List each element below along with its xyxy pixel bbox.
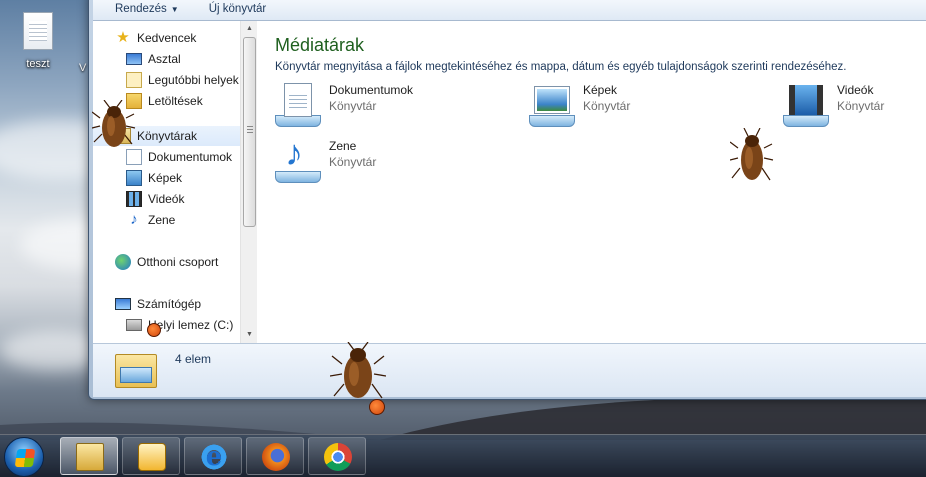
nav-music[interactable]: ♪ Zene: [126, 210, 175, 230]
nav-label: Otthoni csoport: [137, 255, 219, 269]
nav-scrollbar[interactable]: ▲ ▼: [240, 21, 257, 343]
library-name: Zene: [329, 139, 357, 153]
nav-label: Videók: [148, 192, 185, 206]
library-documents[interactable]: Dokumentumok Könyvtár: [275, 81, 413, 127]
desktop-file-label: teszt: [26, 58, 50, 70]
computer-icon: [115, 298, 131, 310]
taskbar-media-player[interactable]: [122, 437, 180, 475]
documents-library-icon: [275, 81, 321, 127]
cockroach-sprite: [330, 342, 386, 399]
scroll-up-icon[interactable]: ▲: [241, 21, 258, 37]
recent-places-icon: [126, 72, 142, 88]
nav-label: Legutóbbi helyek: [148, 73, 239, 87]
nav-label: Könyvtárak: [137, 129, 198, 143]
cockroach-sprite: [730, 128, 774, 181]
navigation-pane: ★ Kedvencek Asztal Legutóbbi helyek Letö…: [93, 21, 240, 343]
page-description: Könyvtár megnyitása a fájlok megtekintés…: [275, 61, 847, 73]
library-videos[interactable]: Videók Könyvtár: [783, 81, 884, 127]
nav-computer[interactable]: Számítógép: [115, 294, 201, 314]
text-document-icon: [23, 12, 53, 50]
nav-label: Letöltések: [148, 94, 203, 108]
page-title: Médiatárak: [275, 35, 365, 55]
taskbar-internet-explorer[interactable]: e: [184, 437, 242, 475]
cockroach-sprite: [92, 100, 136, 147]
nav-desktop[interactable]: Asztal: [126, 49, 181, 69]
taskbar-chrome[interactable]: [308, 437, 366, 475]
nav-local-disk[interactable]: Helyi lemez (C:): [126, 315, 233, 335]
internet-explorer-icon: e: [200, 443, 228, 471]
window-content: ★ Kedvencek Asztal Legutóbbi helyek Letö…: [93, 21, 926, 343]
homegroup-icon: [115, 254, 131, 270]
videos-library-icon: [783, 81, 829, 127]
scrollbar-thumb[interactable]: [243, 37, 256, 227]
taskbar-explorer[interactable]: [60, 437, 118, 475]
nav-favorites[interactable]: ★ Kedvencek: [115, 28, 196, 48]
library-music[interactable]: ♪ Zene Könyvtár: [275, 133, 377, 183]
desktop-partial-label: V: [79, 62, 87, 74]
taskbar: e: [0, 434, 926, 477]
details-pane: 4 elem: [93, 343, 926, 397]
nav-pictures[interactable]: Képek: [126, 168, 182, 188]
pictures-icon: [126, 170, 142, 186]
videos-icon: [126, 191, 142, 207]
drive-icon: [126, 319, 142, 331]
nav-label: Zene: [148, 213, 176, 227]
nav-label: Dokumentumok: [148, 150, 233, 164]
organize-button[interactable]: Rendezés ▼: [115, 3, 179, 15]
nav-recent-places[interactable]: Legutóbbi helyek: [126, 70, 239, 90]
nav-label: Számítógép: [137, 297, 202, 311]
library-name: Dokumentumok: [329, 83, 414, 97]
desktop-file-teszt[interactable]: teszt: [16, 12, 60, 70]
grip-icon: [247, 126, 253, 134]
media-player-icon: [138, 443, 166, 471]
explorer-window: Rendezés ▼ Új könyvtár ★ Kedvencek Asztal…: [88, 0, 926, 400]
library-kind: Könyvtár: [837, 99, 885, 113]
nav-videos[interactable]: Videók: [126, 189, 184, 209]
library-kind: Könyvtár: [329, 155, 377, 169]
explorer-icon: [76, 443, 104, 471]
nav-label: Képek: [148, 171, 183, 185]
library-name: Videók: [837, 83, 874, 97]
library-pictures[interactable]: Képek Könyvtár: [529, 81, 630, 127]
music-library-icon: ♪: [275, 133, 321, 183]
pictures-library-icon: [529, 81, 575, 127]
star-icon: ★: [116, 29, 130, 46]
new-library-button[interactable]: Új könyvtár: [209, 3, 267, 15]
library-kind: Könyvtár: [583, 99, 631, 113]
chevron-down-icon: ▼: [170, 4, 179, 14]
ladybug-sprite: [147, 323, 161, 337]
library-kind: Könyvtár: [329, 99, 377, 113]
music-icon: ♪: [130, 211, 138, 228]
firefox-icon: [262, 443, 290, 471]
item-count: 4 elem: [175, 352, 212, 366]
nav-documents[interactable]: Dokumentumok: [126, 147, 232, 167]
ladybug-sprite: [369, 399, 385, 415]
chrome-icon: [324, 443, 352, 471]
taskbar-firefox[interactable]: [246, 437, 304, 475]
scroll-down-icon[interactable]: ▼: [241, 327, 258, 343]
nav-label: Asztal: [148, 52, 181, 66]
command-bar: Rendezés ▼ Új könyvtár: [93, 0, 926, 21]
nav-label: Kedvencek: [137, 31, 197, 45]
library-view: Médiatárak Könyvtár megnyitása a fájlok …: [257, 21, 926, 343]
library-name: Képek: [583, 83, 618, 97]
desktop-icon: [126, 53, 142, 65]
nav-downloads[interactable]: Letöltések: [126, 91, 203, 111]
nav-homegroup[interactable]: Otthoni csoport: [115, 252, 218, 272]
libraries-folder-icon: [115, 350, 157, 390]
start-orb-icon[interactable]: [4, 437, 44, 477]
